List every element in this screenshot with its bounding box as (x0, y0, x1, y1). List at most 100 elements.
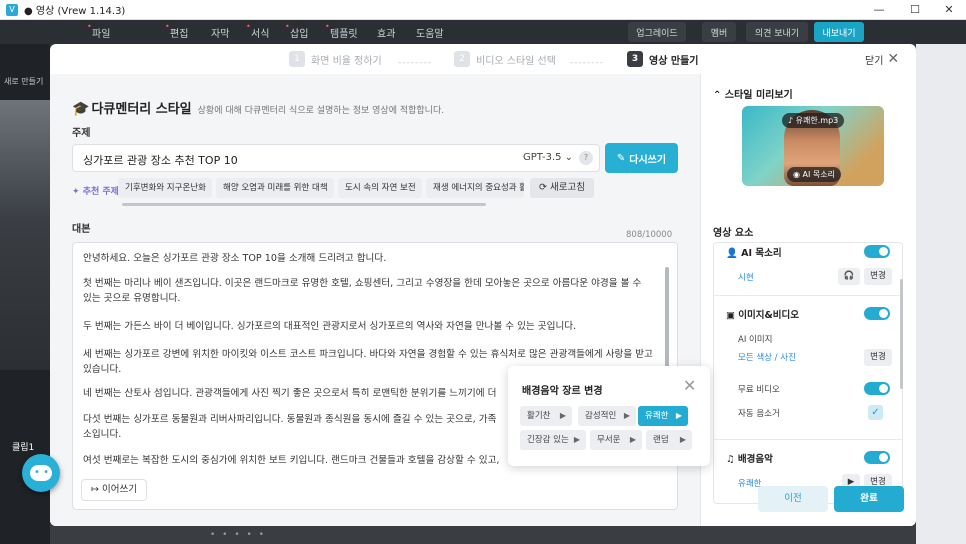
elements-scrollbar[interactable] (900, 279, 903, 389)
image-video-toggle[interactable] (864, 307, 890, 320)
feedback-button[interactable]: 의견 보내기 (746, 22, 808, 42)
free-video-label: 무료 비디오 (738, 385, 780, 395)
ai-image-label: AI 이미지 (738, 335, 773, 345)
genre-chip[interactable]: 감성적인 ▶ (578, 406, 636, 426)
step-separator: -------- (570, 58, 604, 68)
bgm-genre-popover: 배경음악 장르 변경 ✕ 활기찬 ▶ 감성적인 ▶ 유쾌한 ▶ 긴장감 있는 ▶ 무서운… (508, 366, 710, 466)
chevron-down-icon: ⌄ (564, 152, 574, 163)
play-icon[interactable]: ▶ (630, 430, 636, 450)
step-label: 화면 비율 정하기 (311, 55, 382, 67)
elements-title: 영상 요소 (713, 228, 754, 239)
step-label: 영상 만들기 (649, 55, 699, 67)
model-value: GPT-3.5 (523, 152, 562, 163)
menu-subtitle[interactable]: 자막 (211, 25, 229, 40)
voice-tag-text: AI 목소리 (802, 170, 835, 179)
play-icon[interactable]: ▶ (676, 406, 682, 426)
chat-support-button[interactable] (22, 454, 60, 492)
recommend-chip[interactable]: 기후변화와 지구온난화 (118, 178, 212, 198)
char-count: 808/10000 (626, 230, 673, 240)
minimize-button[interactable]: — (862, 0, 896, 20)
video-thumbnail (0, 100, 50, 370)
topic-label: 주제 (72, 128, 91, 139)
preview-title: 스타일 미리보기 (724, 90, 793, 101)
ai-voice-toggle[interactable] (864, 245, 890, 258)
rewrite-button[interactable]: ✎ 다시쓰기 (605, 143, 678, 173)
style-description: 상황에 대해 다큐멘터리 식으로 설명하는 정보 영상에 적합합니다. (197, 106, 445, 116)
ai-voice-label: AI 목소리 (741, 248, 782, 259)
step-1: 1 화면 비율 정하기 (289, 51, 382, 67)
genre-chip[interactable]: 무서운 ▶ (590, 430, 642, 450)
step-indicator: 1 화면 비율 정하기 -------- 2 비디오 스타일 선택 ------… (50, 44, 916, 74)
recommend-chip[interactable]: 해양 오염과 미래를 위한 대책 (216, 178, 334, 198)
bgm-toggle[interactable] (864, 451, 890, 464)
menu-effects[interactable]: 효과 (377, 25, 395, 40)
step-number: 1 (289, 51, 305, 67)
graduation-cap-icon: 🎓 (72, 101, 90, 117)
step-number: 2 (454, 51, 470, 67)
clip-label: 클립1 (12, 443, 35, 453)
auto-mute-label: 자동 음소거 (738, 409, 780, 419)
upgrade-button[interactable]: 업그레이드 (628, 22, 686, 42)
play-icon[interactable]: ▶ (624, 406, 630, 426)
genre-label: 유쾌한 (645, 411, 669, 421)
ai-image-change-button[interactable]: 변경 (864, 349, 892, 366)
divider (714, 439, 902, 440)
recommend-chip[interactable]: 재생 에너지의 중요성과 활용 (426, 178, 524, 198)
new-project-label[interactable]: 새로 만들기 (4, 76, 43, 87)
menu-edit[interactable]: 편집 (165, 22, 189, 40)
step-number: 3 (627, 51, 643, 67)
video-elements-list: 👤 AI 목소리 시현 🎧 변경 ▣ 이미지&비디오 AI 이미지 모든 색상 … (713, 242, 903, 504)
chevron-up-icon: ⌃ (713, 90, 722, 101)
model-select[interactable]: GPT-3.5 ⌄ (523, 152, 573, 163)
menu-help[interactable]: 도움말 (416, 25, 444, 40)
window-titlebar: V ● 영상 (Vrew 1.14.3) — ☐ ✕ (0, 0, 966, 20)
refresh-label: 새로고침 (550, 182, 585, 193)
rewrite-label: 다시쓰기 (629, 154, 667, 166)
close-window-button[interactable]: ✕ (932, 0, 966, 20)
music-tag: ♪ 유쾌한.mp3 (782, 113, 845, 128)
recommend-chip[interactable]: 도시 속의 자연 보전 (338, 178, 422, 198)
genre-chip[interactable]: 긴장감 있는 ▶ (520, 430, 586, 450)
step-label: 비디오 스타일 선택 (476, 55, 556, 67)
image-video-header: ▣ 이미지&비디오 (726, 307, 799, 321)
menu-template[interactable]: 템플릿 (325, 22, 358, 40)
chips-scrollbar[interactable] (122, 203, 486, 206)
genre-label: 랜덤 (653, 435, 669, 445)
bgm-label: 배경음악 (737, 454, 773, 465)
play-icon[interactable]: ▶ (680, 430, 686, 450)
continue-writing-button[interactable]: ↦ 이어쓰기 (81, 479, 147, 501)
genre-chip[interactable]: 활기찬 ▶ (520, 406, 572, 426)
continue-icon: ↦ (91, 484, 99, 495)
preview-header[interactable]: ⌃ 스타일 미리보기 (713, 86, 793, 101)
menu-file[interactable]: 파일 (87, 22, 111, 40)
previous-button[interactable]: 이전 (758, 486, 828, 512)
free-video-toggle[interactable] (864, 382, 890, 395)
menu-insert[interactable]: 삽입 (285, 22, 309, 40)
ai-image-value[interactable]: 모든 색상 / 사진 (738, 351, 796, 363)
auto-mute-checkbox[interactable]: ✓ (868, 405, 883, 420)
members-button[interactable]: 멤버 (702, 22, 736, 42)
ai-voice-header: 👤 AI 목소리 (726, 245, 782, 259)
headphones-icon[interactable]: 🎧 (838, 268, 860, 285)
window-title: ● 영상 (Vrew 1.14.3) (24, 6, 126, 17)
done-button[interactable]: 완료 (834, 486, 904, 512)
play-icon[interactable]: ▶ (560, 406, 566, 426)
ai-voice-value[interactable]: 시현 (738, 271, 754, 283)
ai-voice-change-button[interactable]: 변경 (864, 268, 892, 285)
menu-format[interactable]: 서식 (246, 22, 270, 40)
genre-chip[interactable]: 랜덤 ▶ (646, 430, 692, 450)
close-icon[interactable]: ✕ (683, 376, 696, 395)
export-button[interactable]: 내보내기 (814, 22, 864, 42)
refresh-button[interactable]: ⟳ 새로고침 (530, 178, 594, 198)
genre-label: 활기찬 (527, 411, 551, 421)
sparkle-icon: ✦ (72, 187, 80, 197)
style-preview-image: ♪ 유쾌한.mp3 ◉ AI 목소리 (742, 106, 884, 186)
genre-chip-selected[interactable]: 유쾌한 ▶ (638, 406, 688, 426)
continue-label: 이어쓰기 (102, 484, 137, 495)
topic-input[interactable]: 싱가포르 관광 장소 추천 TOP 10 GPT-3.5 ⌄ ? (72, 144, 600, 172)
play-icon[interactable]: ▶ (574, 430, 580, 450)
maximize-button[interactable]: ☐ (898, 0, 932, 20)
style-title: 다큐멘터리 스타일 (91, 102, 192, 117)
close-modal-button[interactable]: 닫기 ✕ (865, 51, 899, 67)
help-icon[interactable]: ? (579, 151, 593, 165)
